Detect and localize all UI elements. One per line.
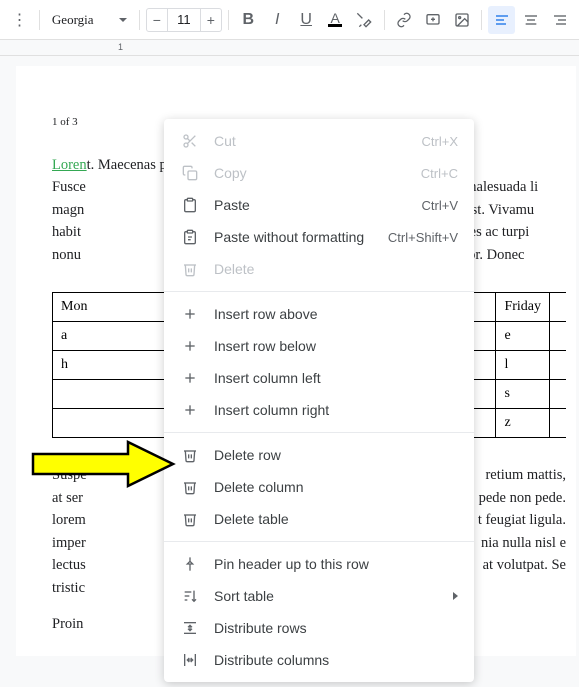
font-size-box: − + bbox=[146, 8, 222, 32]
underline-button[interactable]: U bbox=[293, 6, 320, 34]
menu-item-sort-table[interactable]: Sort table bbox=[164, 580, 474, 612]
chevron-down-icon bbox=[119, 18, 127, 22]
menu-divider bbox=[164, 432, 474, 433]
dist-c-icon bbox=[180, 652, 200, 668]
toolbar: ⋮ Georgia − + B I U A bbox=[0, 0, 579, 40]
menu-label: Insert column right bbox=[214, 402, 458, 418]
menu-label: Pin header up to this row bbox=[214, 556, 458, 572]
plus-icon bbox=[180, 306, 200, 322]
lorem-link[interactable]: Loren bbox=[52, 157, 87, 173]
plus-icon bbox=[180, 370, 200, 386]
trash-icon bbox=[180, 261, 200, 277]
align-center-button[interactable] bbox=[517, 6, 544, 34]
menu-label: Distribute rows bbox=[214, 620, 458, 636]
plus-icon bbox=[180, 402, 200, 418]
menu-item-delete-table[interactable]: Delete table bbox=[164, 503, 474, 535]
insert-image-button[interactable] bbox=[448, 6, 475, 34]
menu-label: Delete column bbox=[214, 479, 458, 495]
paste-nf-icon bbox=[180, 229, 200, 245]
menu-item-distribute-rows[interactable]: Distribute rows bbox=[164, 612, 474, 644]
text-color-button[interactable]: A bbox=[322, 6, 349, 34]
menu-label: Delete table bbox=[214, 511, 458, 527]
trash-icon bbox=[180, 447, 200, 463]
font-select[interactable]: Georgia bbox=[46, 7, 133, 33]
menu-label: Delete bbox=[214, 261, 458, 277]
align-right-button[interactable] bbox=[546, 6, 573, 34]
menu-label: Insert row above bbox=[214, 306, 458, 322]
menu-divider bbox=[164, 291, 474, 292]
dist-icon bbox=[180, 620, 200, 636]
cut-icon bbox=[180, 133, 200, 149]
add-comment-button[interactable] bbox=[419, 6, 446, 34]
menu-item-insert-column-left[interactable]: Insert column left bbox=[164, 362, 474, 394]
menu-label: Distribute columns bbox=[214, 652, 458, 668]
menu-label: Insert row below bbox=[214, 338, 458, 354]
context-menu: CutCtrl+XCopyCtrl+CPasteCtrl+VPaste with… bbox=[164, 119, 474, 682]
table-header[interactable]: Friday bbox=[496, 293, 550, 322]
copy-icon bbox=[180, 165, 200, 181]
ruler: 1 bbox=[0, 40, 579, 56]
trash-icon bbox=[180, 511, 200, 527]
menu-item-insert-row-above[interactable]: Insert row above bbox=[164, 298, 474, 330]
menu-item-cut: CutCtrl+X bbox=[164, 125, 474, 157]
table-cell[interactable]: s bbox=[496, 380, 550, 409]
bold-button[interactable]: B bbox=[235, 6, 262, 34]
menu-item-pin-header-up-to-this-row[interactable]: Pin header up to this row bbox=[164, 548, 474, 580]
menu-label: Cut bbox=[214, 133, 422, 149]
font-size-input[interactable] bbox=[168, 8, 200, 32]
menu-shortcut: Ctrl+C bbox=[421, 166, 458, 181]
menu-label: Paste without formatting bbox=[214, 229, 388, 245]
menu-item-insert-column-right[interactable]: Insert column right bbox=[164, 394, 474, 426]
menu-label: Sort table bbox=[214, 588, 453, 604]
menu-label: Insert column left bbox=[214, 370, 458, 386]
menu-item-delete-column[interactable]: Delete column bbox=[164, 471, 474, 503]
menu-item-delete-row[interactable]: Delete row bbox=[164, 439, 474, 471]
menu-item-paste-without-formatting[interactable]: Paste without formattingCtrl+Shift+V bbox=[164, 221, 474, 253]
align-left-button[interactable] bbox=[488, 6, 515, 34]
table-cell[interactable]: z bbox=[496, 409, 550, 438]
pin-icon bbox=[180, 556, 200, 572]
font-name: Georgia bbox=[52, 12, 94, 28]
menu-shortcut: Ctrl+Shift+V bbox=[388, 230, 458, 245]
menu-item-distribute-columns[interactable]: Distribute columns bbox=[164, 644, 474, 676]
sort-icon bbox=[180, 588, 200, 604]
font-size-decrease[interactable]: − bbox=[146, 8, 168, 32]
ruler-mark: 1 bbox=[118, 42, 123, 52]
table-cell[interactable]: l bbox=[496, 351, 550, 380]
font-size-increase[interactable]: + bbox=[200, 8, 222, 32]
menu-divider bbox=[164, 541, 474, 542]
table-header[interactable] bbox=[550, 293, 567, 322]
menu-shortcut: Ctrl+X bbox=[422, 134, 458, 149]
table-cell[interactable]: e bbox=[496, 322, 550, 351]
menu-label: Paste bbox=[214, 197, 422, 213]
trash-icon bbox=[180, 479, 200, 495]
more-button[interactable]: ⋮ bbox=[6, 6, 33, 34]
highlight-button[interactable] bbox=[351, 6, 378, 34]
menu-item-paste[interactable]: PasteCtrl+V bbox=[164, 189, 474, 221]
submenu-arrow-icon bbox=[453, 592, 458, 600]
page-counter: 1 of 3 bbox=[52, 116, 78, 128]
paste-icon bbox=[180, 197, 200, 213]
italic-button[interactable]: I bbox=[264, 6, 291, 34]
menu-label: Copy bbox=[214, 165, 421, 181]
plus-icon bbox=[180, 338, 200, 354]
menu-item-delete: Delete bbox=[164, 253, 474, 285]
menu-label: Delete row bbox=[214, 447, 458, 463]
insert-link-button[interactable] bbox=[391, 6, 418, 34]
menu-shortcut: Ctrl+V bbox=[422, 198, 458, 213]
menu-item-copy: CopyCtrl+C bbox=[164, 157, 474, 189]
menu-item-insert-row-below[interactable]: Insert row below bbox=[164, 330, 474, 362]
